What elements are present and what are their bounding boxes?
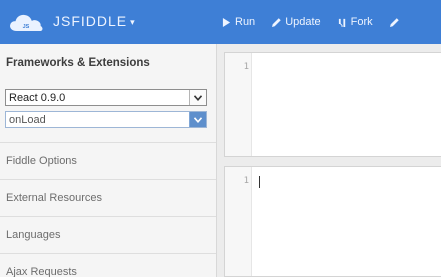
sidebar-item-label: Ajax Requests xyxy=(6,266,77,277)
sidebar-item-label: Fiddle Options xyxy=(6,155,77,167)
fork-icon xyxy=(338,18,345,27)
fork-button[interactable]: Fork xyxy=(338,16,373,28)
pencil-icon xyxy=(389,17,399,27)
jsfiddle-cloud-logo-icon[interactable]: JS xyxy=(8,13,44,32)
sidebar-item-fiddle-options[interactable]: Fiddle Options xyxy=(0,142,216,179)
framework-select[interactable]: React 0.9.0 xyxy=(5,89,207,106)
collaborate-button[interactable] xyxy=(389,17,399,27)
fork-button-label: Fork xyxy=(350,16,373,28)
run-button-label: Run xyxy=(235,16,256,28)
play-icon xyxy=(222,17,231,27)
text-cursor xyxy=(259,176,260,188)
line-number: 1 xyxy=(243,62,249,72)
toolbar-actions: Run Update Fork xyxy=(222,0,416,44)
line-number: 1 xyxy=(243,176,249,186)
update-button-label: Update xyxy=(285,16,321,28)
chevron-down-icon[interactable] xyxy=(189,90,206,105)
line-gutter: 1 xyxy=(225,53,252,156)
brand-title: JSFIDDLE xyxy=(53,13,128,29)
html-editor-pane[interactable]: 1 xyxy=(224,52,441,157)
sidebar-item-external-resources[interactable]: External Resources xyxy=(0,179,216,216)
js-editor-pane[interactable]: 1 xyxy=(224,166,441,277)
chevron-down-icon[interactable] xyxy=(189,112,206,127)
svg-text:JS: JS xyxy=(23,24,30,30)
sidebar-item-label: Languages xyxy=(6,229,61,241)
frameworks-panel-title: Frameworks & Extensions xyxy=(6,57,150,69)
sidebar-item-ajax-requests[interactable]: Ajax Requests xyxy=(0,253,216,277)
update-button[interactable]: Update xyxy=(272,16,321,28)
sidebar-item-label: External Resources xyxy=(6,192,102,204)
load-type-select-value: onLoad xyxy=(9,113,46,126)
top-bar: JS JSFIDDLE ▾ Run Update Fork xyxy=(0,0,441,44)
line-gutter: 1 xyxy=(225,167,252,276)
run-button[interactable]: Run xyxy=(222,16,255,28)
chevron-down-icon: ▾ xyxy=(130,17,136,27)
brand-menu[interactable]: JSFIDDLE ▾ xyxy=(53,13,136,29)
sidebar: Frameworks & Extensions React 0.9.0 onLo… xyxy=(0,44,217,277)
load-type-select[interactable]: onLoad xyxy=(5,111,207,128)
pencil-icon xyxy=(272,17,281,27)
sidebar-item-languages[interactable]: Languages xyxy=(0,216,216,253)
framework-select-value: React 0.9.0 xyxy=(9,91,66,104)
